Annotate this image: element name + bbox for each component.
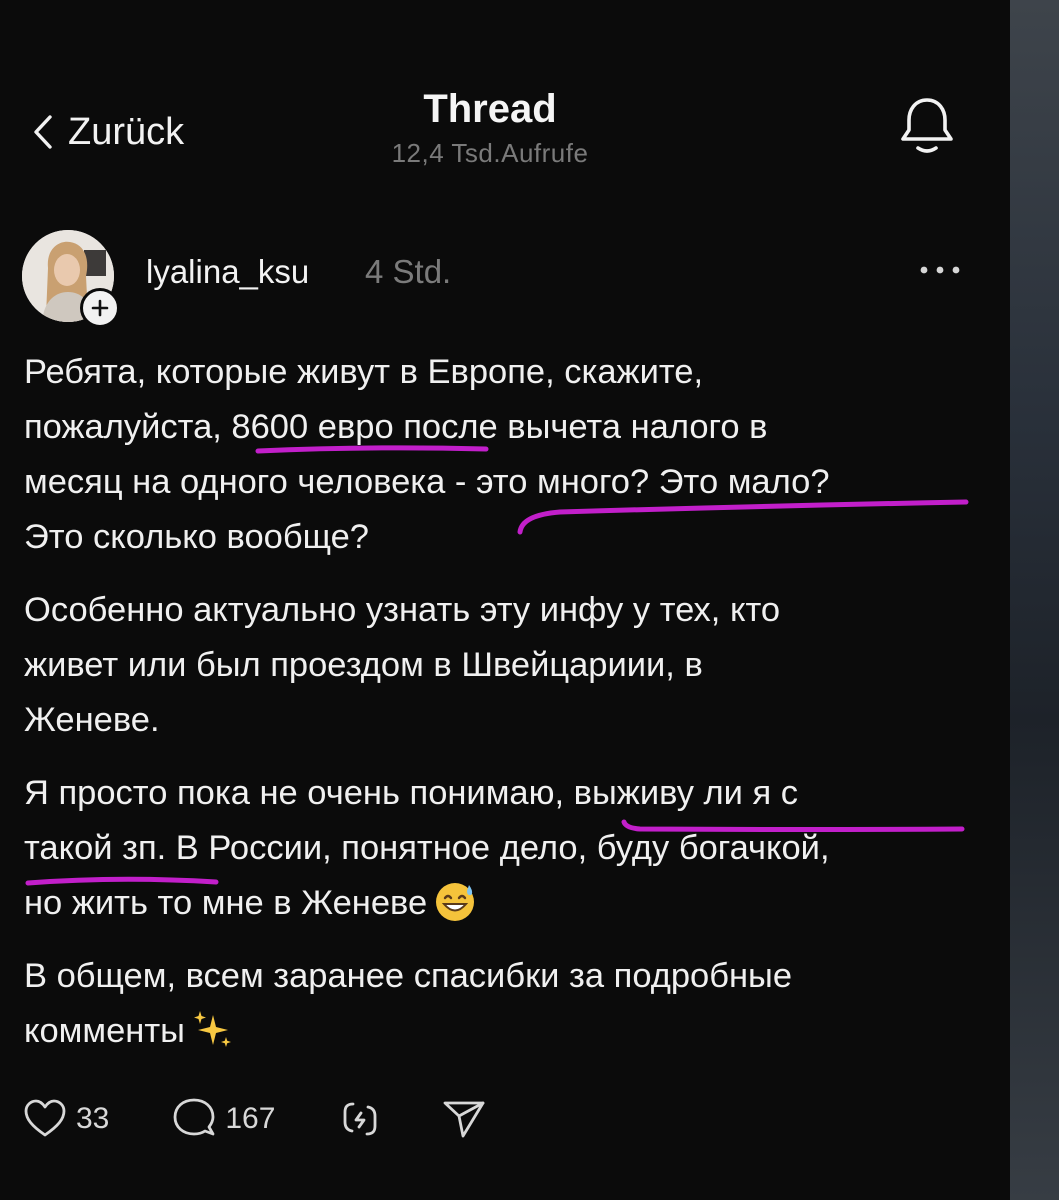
post-line: Ребята, которые живут в Европе, скажите, (24, 353, 704, 391)
post-paragraph-2: Особенно актуально узнать эту инфу у тех… (24, 583, 994, 748)
plus-icon (91, 299, 109, 317)
heart-icon (24, 1099, 66, 1137)
repost-button[interactable] (337, 1096, 383, 1142)
send-icon (444, 1101, 485, 1138)
post-time: 4 Std. (365, 253, 452, 290)
post-line: месяц на одного человека - это много? Эт… (24, 463, 830, 501)
post-body: Ребята, которые живут в Европе, скажите,… (24, 345, 994, 1059)
post-line: пожалуйста, 8600 евро после вычета налог… (24, 408, 768, 446)
back-label: Zurück (68, 110, 185, 153)
bell-icon[interactable] (896, 92, 958, 158)
post-line: живет или был проездом в Швейцариии, в (24, 646, 703, 684)
more-icon[interactable] (918, 262, 962, 278)
comments-count: 167 (225, 1102, 276, 1135)
post-line: Особенно актуально узнать эту инфу у тех… (24, 591, 781, 629)
post-paragraph-4: В общем, всем заранее спасибки за подроб… (24, 949, 994, 1059)
post-line: Женеве. (24, 701, 160, 739)
post-line: но жить то мне в Женеве (24, 884, 428, 922)
sweat-smile-emoji (436, 883, 475, 921)
author-avatar-block[interactable] (22, 230, 120, 328)
post-line: комменты (24, 1012, 185, 1050)
post-line: Я просто пока не очень понимаю, выживу л… (24, 774, 799, 812)
comment-icon (173, 1098, 215, 1136)
background-edge (1010, 0, 1059, 1200)
chevron-left-icon (34, 115, 52, 149)
back-button[interactable]: Zurück (32, 110, 184, 154)
like-button[interactable]: 33 (22, 1096, 109, 1142)
post-paragraph-3: Я просто пока не очень понимаю, выживу л… (24, 766, 994, 931)
views-count: 12,4 Tsd.Aufrufe (391, 138, 589, 168)
share-button[interactable] (441, 1096, 487, 1142)
comment-button[interactable]: 167 (171, 1096, 275, 1142)
header-title-block: Thread 12,4 Tsd.Aufrufe (300, 86, 680, 169)
likes-count: 33 (76, 1102, 110, 1135)
post-line: Это сколько вообще? (24, 518, 369, 556)
repost-icon (344, 1102, 377, 1136)
page-title: Thread (423, 87, 557, 131)
sparkles-emoji (193, 1011, 231, 1047)
post-actions: 33 167 (22, 1092, 487, 1146)
post-line: такой зп. В России, понятное дело, буду … (24, 829, 830, 867)
thread-screen: Zurück Thread 12,4 Tsd.Aufrufe lyalina_k… (0, 0, 1010, 1200)
post-paragraph-1: Ребята, которые живут в Европе, скажите,… (24, 345, 994, 565)
author-username[interactable]: lyalina_ksu (146, 253, 309, 291)
follow-button[interactable] (80, 288, 120, 328)
post-line: В общем, всем заранее спасибки за подроб… (24, 957, 793, 995)
